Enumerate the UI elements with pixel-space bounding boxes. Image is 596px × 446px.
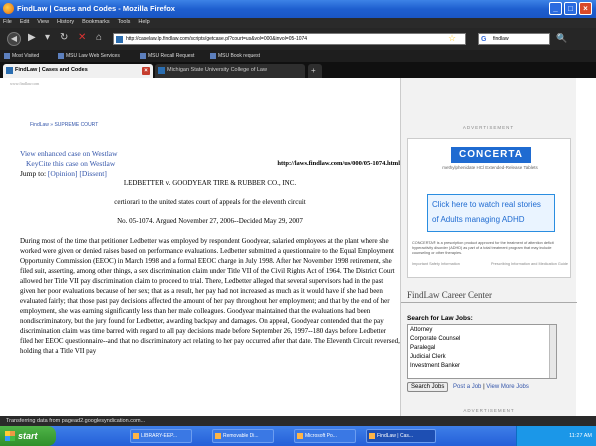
ad-subtitle: methylphenidate HCl Extended-Release Tab…	[442, 165, 538, 170]
findlaw-favicon-icon	[6, 67, 13, 74]
career-header: FindLaw Career Center	[401, 288, 577, 303]
bookmark-msu-book-request[interactable]: MSU Book request	[210, 51, 260, 61]
page-content: www.findlaw.com FindLaw » SUPREME COURT …	[0, 78, 596, 416]
msu-favicon-icon	[158, 67, 165, 74]
ad-label: ADVERTISEMENT	[462, 125, 515, 130]
search-go-icon[interactable]: 🔍	[556, 32, 567, 44]
menu-tools[interactable]: Tools	[115, 18, 134, 25]
screen: FindLaw | Cases and Codes - Mozilla Fire…	[0, 0, 596, 446]
ad-cta-line2: of Adults managing ADHD	[432, 215, 525, 224]
tab-bar: FindLaw | Cases and Codes × Michigan Sta…	[0, 62, 596, 78]
minimize-button[interactable]: _	[549, 2, 562, 15]
system-tray: 11:27 AM	[516, 426, 596, 446]
law-url: http://laws.findlaw.com/us/000/05-1074.h…	[277, 160, 400, 167]
listbox-scrollbar[interactable]	[549, 325, 556, 378]
maximize-button[interactable]: □	[564, 2, 577, 15]
taskbar-item[interactable]: Microsoft Po...	[294, 429, 356, 443]
post-job-link[interactable]: Post a Job	[453, 384, 481, 390]
tab-findlaw[interactable]: FindLaw | Cases and Codes ×	[3, 64, 153, 78]
concerta-logo: CONCERTA	[451, 147, 531, 163]
ad-footer: Important Safety Information Prescribing…	[412, 262, 568, 266]
close-button[interactable]: ×	[579, 2, 592, 15]
new-tab-button[interactable]: +	[308, 64, 322, 78]
job-option[interactable]: Attorney	[410, 326, 554, 335]
status-bar: Transferring data from pagead2.googlesyn…	[0, 416, 596, 426]
case-title: LEDBETTER v. GOODYEAR TIRE & RUBBER CO.,…	[123, 179, 297, 187]
job-search-label: Search for Law Jobs:	[407, 315, 473, 322]
menu-history[interactable]: History	[54, 18, 77, 25]
bookmarks-toolbar: Most Visited MSU Law Web Services MSU Re…	[0, 50, 596, 62]
menu-file[interactable]: File	[0, 18, 15, 25]
ad-label-2: ADVERTISEMENT	[463, 408, 515, 413]
menu-bar: File Edit View History Bookmarks Tools H…	[0, 18, 596, 28]
stop-button[interactable]: ✕	[78, 32, 86, 44]
firefox-icon	[3, 3, 14, 14]
career-actions: Search Jobs Post a Job | View More Jobs	[401, 379, 577, 395]
search-jobs-button[interactable]: Search Jobs	[407, 382, 449, 392]
windows-logo-icon	[5, 431, 15, 441]
jump-opinion-link[interactable]: [Opinion]	[48, 169, 78, 178]
syllabus-body: During most of the time that petitioner …	[20, 236, 400, 356]
keycite-link[interactable]: KeyCite this case on Westlaw	[26, 159, 115, 168]
tab-close-icon[interactable]: ×	[142, 67, 150, 75]
bookmark-most-visited[interactable]: Most Visited	[4, 51, 39, 61]
search-input[interactable]: G findlaw	[478, 33, 550, 45]
ad-fine-print: CONCERTA® is a prescription product appr…	[412, 241, 554, 255]
url-text: http://caselaw.lp.findlaw.com/scripts/ge…	[126, 36, 308, 42]
jump-to-label: Jump to:	[20, 169, 47, 178]
bookmark-msu-law-web-services[interactable]: MSU Law Web Services	[58, 51, 120, 61]
syllabus-paragraph: During most of the time that petitioner …	[20, 237, 400, 355]
url-bar[interactable]: http://caselaw.lp.findlaw.com/scripts/ge…	[113, 33, 466, 45]
tab-findlaw-label: FindLaw | Cases and Codes	[15, 67, 88, 73]
job-option[interactable]: Paralegal	[410, 344, 554, 353]
bookmark-star-icon[interactable]: ☆	[448, 32, 456, 44]
google-icon: G	[481, 36, 487, 43]
job-option[interactable]: Investment Banker	[410, 362, 554, 371]
ad-prescribing-link[interactable]: Prescribing Information and Medication G…	[491, 262, 568, 266]
clock[interactable]: 11:27 AM	[569, 433, 592, 439]
menu-edit[interactable]: Edit	[17, 18, 32, 25]
career-center: FindLaw Career Center Search for Law Job…	[401, 288, 577, 395]
navigation-toolbar: ◀ ▶ ▾ ↻ ✕ ⌂ http://caselaw.lp.findlaw.co…	[0, 28, 596, 50]
taskbar-item[interactable]: FindLaw | Cas...	[366, 429, 436, 443]
job-listbox[interactable]: Attorney Corporate Counsel Paralegal Jud…	[407, 324, 557, 379]
right-sidebar: ADVERTISEMENT CONCERTA methylphenidate H…	[400, 78, 577, 416]
menu-help[interactable]: Help	[135, 18, 152, 25]
start-button[interactable]: start	[0, 426, 56, 446]
taskbar: start LIBRARY-EEP... Removable Di... Mic…	[0, 426, 596, 446]
case-column: View enhanced case on Westlaw KeyCite th…	[20, 149, 400, 356]
dropdown-history-icon[interactable]: ▾	[45, 32, 50, 44]
reload-button[interactable]: ↻	[60, 32, 68, 44]
tab-michigan-state[interactable]: Michigan State University College of Law	[155, 64, 305, 78]
ad-cta[interactable]: Click here to watch real stories of Adul…	[427, 194, 555, 232]
menu-bookmarks[interactable]: Bookmarks	[79, 18, 113, 25]
title-bar: FindLaw | Cases and Codes - Mozilla Fire…	[0, 0, 596, 18]
westlaw-link[interactable]: View enhanced case on Westlaw	[20, 149, 118, 158]
ad-safety-link[interactable]: Important Safety Information	[412, 262, 460, 266]
job-option[interactable]: Corporate Counsel	[410, 335, 554, 344]
menu-view[interactable]: View	[34, 18, 52, 25]
banner-text: www.findlaw.com	[10, 81, 40, 86]
jump-dissent-link[interactable]: [Dissent]	[79, 169, 107, 178]
bookmark-msu-recall-request[interactable]: MSU Recall Request	[140, 51, 194, 61]
certiorari-line: certiorari to the united states court of…	[114, 198, 306, 206]
top-banner: www.findlaw.com	[10, 80, 390, 94]
site-favicon-icon	[116, 36, 123, 43]
search-text: findlaw	[493, 36, 509, 42]
forward-button[interactable]: ▶	[28, 32, 36, 44]
concerta-ad[interactable]: CONCERTA methylphenidate HCl Extended-Re…	[407, 138, 571, 278]
start-label: start	[18, 431, 38, 441]
back-button[interactable]: ◀	[7, 32, 21, 46]
view-more-jobs-link[interactable]: View More Jobs	[486, 384, 529, 390]
home-button[interactable]: ⌂	[96, 32, 102, 44]
breadcrumb[interactable]: FindLaw » SUPREME COURT	[30, 122, 98, 128]
taskbar-item[interactable]: Removable Di...	[212, 429, 274, 443]
docket-line: No. 05-1074. Argued November 27, 2006--D…	[117, 217, 303, 225]
window-title: FindLaw | Cases and Codes - Mozilla Fire…	[17, 4, 175, 13]
taskbar-item[interactable]: LIBRARY-EEP...	[130, 429, 192, 443]
ad-cta-line1: Click here to watch real stories	[432, 200, 541, 209]
link-separator: |	[483, 384, 485, 390]
tab-michigan-state-label: Michigan State University College of Law	[167, 67, 267, 73]
job-option[interactable]: Judicial Clerk	[410, 353, 554, 362]
